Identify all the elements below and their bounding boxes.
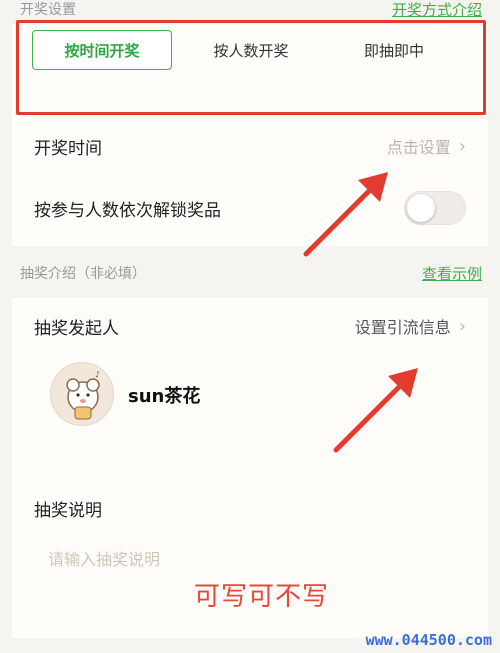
draw-method-intro-link[interactable]: 开奖方式介绍: [392, 0, 482, 20]
initiator-value-text: 设置引流信息: [354, 318, 451, 337]
initiator-value[interactable]: 设置引流信息 ›: [355, 314, 466, 338]
draw-time-value[interactable]: 点击设置 ›: [387, 134, 466, 158]
unlock-prizes-toggle[interactable]: [404, 191, 466, 225]
draw-settings-card: 开奖时间 点击设置 › 按参与人数依次解锁奖品: [12, 118, 488, 246]
draw-time-value-text: 点击设置: [386, 138, 451, 157]
chevron-right-icon: ›: [458, 315, 466, 337]
description-row: 抽奖说明: [12, 480, 488, 536]
arrow-to-draw-time-icon: [303, 172, 388, 257]
initiator-row[interactable]: 抽奖发起人 设置引流信息 ›: [12, 298, 488, 354]
intro-header: 抽奖介绍（非必填） 查看示例: [0, 258, 500, 288]
initiator-label: 抽奖发起人: [34, 318, 119, 339]
draw-time-row[interactable]: 开奖时间 点击设置 ›: [12, 118, 488, 174]
intro-card: 抽奖发起人 设置引流信息 › ♪ sun茶花 抽奖说明 请输入抽奖说明 可写可不: [12, 298, 488, 638]
lottery-settings-page: 开奖设置 开奖方式介绍 按时间开奖 按人数开奖 即抽即中 开奖时间 点击设置 ›…: [0, 0, 500, 653]
view-example-link[interactable]: 查看示例: [422, 263, 482, 284]
toggle-knob: [407, 194, 435, 222]
draw-time-label: 开奖时间: [34, 138, 102, 159]
highlight-box: [16, 20, 486, 115]
optional-annotation: 可写可不写: [194, 582, 330, 612]
svg-text:♪: ♪: [95, 370, 100, 379]
unlock-prizes-row: 按参与人数依次解锁奖品: [12, 180, 488, 236]
site-watermark: www.044500.com: [365, 631, 492, 649]
avatar-image: ♪: [66, 370, 100, 420]
description-label: 抽奖说明: [34, 500, 102, 521]
chevron-right-icon: ›: [458, 135, 466, 157]
draw-settings-title: 开奖设置: [20, 2, 76, 18]
user-avatar: ♪: [50, 362, 114, 426]
arrow-to-initiator-icon: [333, 368, 418, 453]
description-input[interactable]: 请输入抽奖说明: [48, 546, 160, 570]
unlock-prizes-label: 按参与人数依次解锁奖品: [34, 200, 221, 221]
user-name: sun茶花: [128, 386, 201, 407]
intro-title: 抽奖介绍（非必填）: [20, 266, 146, 282]
